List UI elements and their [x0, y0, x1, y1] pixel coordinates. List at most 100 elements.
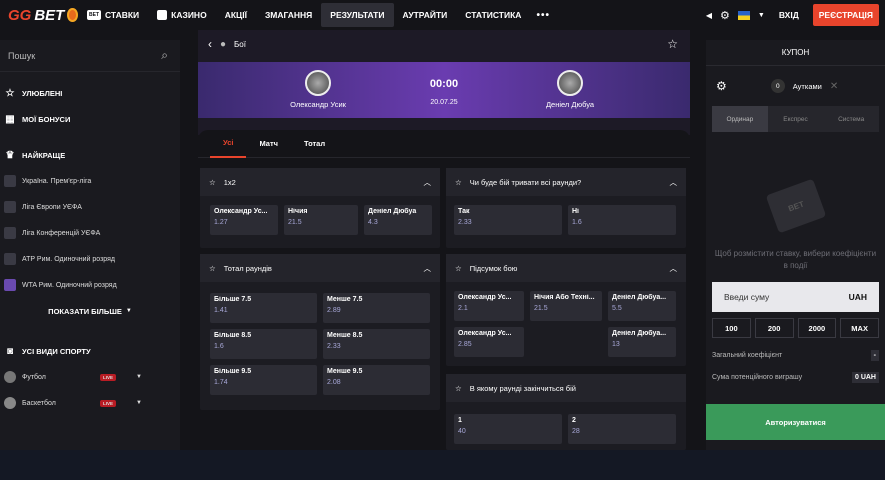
event-main: ‹ ● Бої ☆ Олександр Усик Деніел Дюбуа 00… — [198, 30, 690, 450]
odd-button[interactable]: Деніел Дюбуа... 5.5 — [608, 291, 676, 321]
sidebar-item-league[interactable]: Ліга Конференцій УЄФА — [0, 220, 180, 246]
nav-statistics[interactable]: СТАТИСТИКА — [456, 3, 530, 27]
logo[interactable]: GG BET — [0, 7, 78, 24]
league-icon — [4, 201, 16, 213]
register-button[interactable]: РЕЄСТРАЦІЯ — [812, 4, 879, 26]
quick-stake-200[interactable]: 200 — [754, 318, 794, 338]
gift-icon: ▦ — [5, 113, 15, 125]
currency-label: UAH — [848, 292, 867, 302]
cards-icon — [157, 10, 168, 20]
market-all-rounds: ☆ Чи буде бій тривати всі раунди? ︿ Так 2.3… — [446, 168, 686, 248]
live-badge: LIVE — [100, 373, 117, 381]
sidebar-item-favorites[interactable]: ☆ УЛЮБЛЕНІ — [0, 80, 180, 106]
odd-button[interactable]: Більше 9.5 1.74 — [210, 365, 317, 395]
odd-button[interactable]: Деніел Дюбуа 4.3 — [364, 205, 432, 235]
authorize-button[interactable]: Авторизуватися — [706, 404, 885, 440]
market-header[interactable]: ☆ Тотал раундів ︿ — [200, 254, 440, 282]
star-icon[interactable]: ☆ — [455, 384, 462, 393]
search-icon[interactable]: ⌕ — [161, 48, 168, 63]
market-header[interactable]: ☆ Чи буде бій тривати всі раунди? ︿ — [446, 168, 686, 196]
nav-outrights[interactable]: АУТРАЙТИ — [394, 3, 457, 27]
odd-button[interactable]: Деніел Дюбуа... 13 — [608, 327, 676, 357]
live-badge: LIVE — [100, 399, 117, 407]
sidebar: Пошук ⌕ ☆ УЛЮБЛЕНІ ▦ МОЇ БОНУСИ ♛ НАЙКРАЩЕ … — [0, 40, 180, 480]
sidebar-item-league[interactable]: Україна. Прем'єр-ліга — [0, 168, 180, 194]
tab-total[interactable]: Тотал — [291, 130, 338, 158]
tab-single[interactable]: Ординар — [712, 106, 768, 132]
sidebar-item-league[interactable]: WTA Рим. Одиночний розряд — [0, 272, 180, 298]
sidebar-item-league[interactable]: ATP Рим. Одиночний розряд — [0, 246, 180, 272]
quick-stake-max[interactable]: MAX — [840, 318, 879, 338]
nav-results[interactable]: РЕЗУЛЬТАТИ — [321, 3, 394, 27]
bet-icon: BET — [87, 10, 101, 20]
back-arrow-icon[interactable]: ‹ — [208, 37, 212, 51]
nav-bets[interactable]: BET СТАВКИ — [78, 3, 148, 27]
close-icon[interactable]: ✕ — [830, 81, 838, 92]
chevron-up-icon[interactable]: ︿ — [424, 177, 432, 188]
sidebar-item-bonuses[interactable]: ▦ МОЇ БОНУСИ — [0, 106, 180, 132]
total-coefficient: Загальний коефіцієнт - — [706, 344, 885, 366]
partner-badge-icon — [67, 8, 78, 22]
chevron-up-icon[interactable]: ︿ — [670, 177, 678, 188]
odd-button[interactable]: Нічия 21.5 — [284, 205, 358, 235]
sidebar-item-basketball[interactable]: Баскетбол LIVE ▼ — [0, 390, 180, 416]
chevron-down-icon: ▼ — [125, 308, 132, 314]
gear-icon[interactable]: ⚙ — [716, 79, 727, 93]
search-input[interactable]: Пошук ⌕ — [0, 40, 180, 72]
nav-tournaments[interactable]: ЗМАГАННЯ — [256, 3, 321, 27]
chevron-down-icon[interactable]: ▼ — [136, 400, 142, 406]
star-icon[interactable]: ☆ — [455, 178, 462, 187]
quick-stake-2000[interactable]: 2000 — [797, 318, 837, 338]
odd-button[interactable]: Менше 8.5 2.33 — [323, 329, 430, 359]
odd-button[interactable]: Ні 1.6 — [568, 205, 676, 235]
chevron-up-icon[interactable]: ︿ — [670, 263, 678, 274]
star-icon[interactable]: ☆ — [455, 264, 462, 273]
more-menu-icon[interactable]: ••• — [530, 10, 556, 21]
odd-button[interactable]: Менше 9.5 2.08 — [323, 365, 430, 395]
empty-slip-message: Щоб розмістити ставку, вибери коефіцієнт… — [714, 249, 877, 270]
arrow-left-icon[interactable]: ◀ — [706, 11, 712, 20]
stake-input[interactable]: Введи суму UAH — [712, 282, 879, 312]
tab-express[interactable]: Експрес — [768, 106, 824, 132]
nav-casino[interactable]: КАЗИНО — [148, 3, 216, 27]
odd-button[interactable]: Нічия Або Техні... 21.5 — [530, 291, 602, 321]
market-header[interactable]: ☆ 1x2 ︿ — [200, 168, 440, 196]
odd-button[interactable]: Олександр Ус... 2.85 — [454, 327, 524, 357]
odd-button[interactable]: Олександр Ус... 1.27 — [210, 205, 278, 235]
show-more-button[interactable]: ПОКАЗАТИ БІЛЬШЕ ▼ — [0, 298, 180, 324]
bet-slip: КУПОН ⚙ 0 Аутками ✕ Ординар Експрес Сист… — [706, 40, 885, 480]
odd-button[interactable]: Олександр Ус... 2.1 — [454, 291, 524, 321]
tab-system[interactable]: Система — [823, 106, 879, 132]
star-icon[interactable]: ☆ — [209, 264, 216, 273]
chevron-down-icon[interactable]: ▼ — [758, 12, 765, 19]
odd-button[interactable]: Так 2.33 — [454, 205, 562, 235]
quick-stake-100[interactable]: 100 — [712, 318, 751, 338]
chevron-up-icon[interactable]: ︿ — [424, 263, 432, 274]
star-icon[interactable]: ☆ — [209, 178, 216, 187]
football-icon — [4, 371, 16, 383]
login-button[interactable]: ВХІД — [773, 10, 805, 20]
market-header[interactable]: ☆ Підсумок бою ︿ — [446, 254, 686, 282]
odd-button[interactable]: 2 28 — [568, 414, 676, 444]
sidebar-item-football[interactable]: Футбол LIVE ▼ — [0, 364, 180, 390]
market-header[interactable]: ☆ В якому раунді закінчиться бій — [446, 374, 686, 402]
basketball-icon — [4, 397, 16, 409]
favorite-star-icon[interactable]: ☆ — [667, 37, 678, 51]
sidebar-item-league[interactable]: Ліга Європи УЄФА — [0, 194, 180, 220]
odd-button[interactable]: Більше 7.5 1.41 — [210, 293, 317, 323]
gear-icon[interactable]: ⚙ — [720, 9, 730, 22]
tab-match[interactable]: Матч — [246, 130, 291, 158]
event-date: 20.07.25 — [430, 99, 458, 106]
league-icon — [4, 279, 16, 291]
odd-button[interactable]: Більше 8.5 1.6 — [210, 329, 317, 359]
market-ending-round: ☆ В якому раунді закінчиться бій 1 40 2 28 — [446, 374, 686, 450]
bet-slip-title: КУПОН — [706, 40, 885, 66]
odd-button[interactable]: 1 40 — [454, 414, 562, 444]
odd-button[interactable]: Менше 7.5 2.89 — [323, 293, 430, 323]
tab-all[interactable]: Усі — [210, 130, 247, 158]
flag-ua-icon[interactable] — [737, 10, 750, 20]
nav-promotions[interactable]: АКЦІЇ — [216, 3, 256, 27]
chevron-down-icon[interactable]: ▼ — [136, 374, 142, 380]
market-fight-result: ☆ Підсумок бою ︿ Олександр Ус... 2.1 Нічия … — [446, 254, 686, 366]
logo-bet: BET — [34, 6, 65, 24]
